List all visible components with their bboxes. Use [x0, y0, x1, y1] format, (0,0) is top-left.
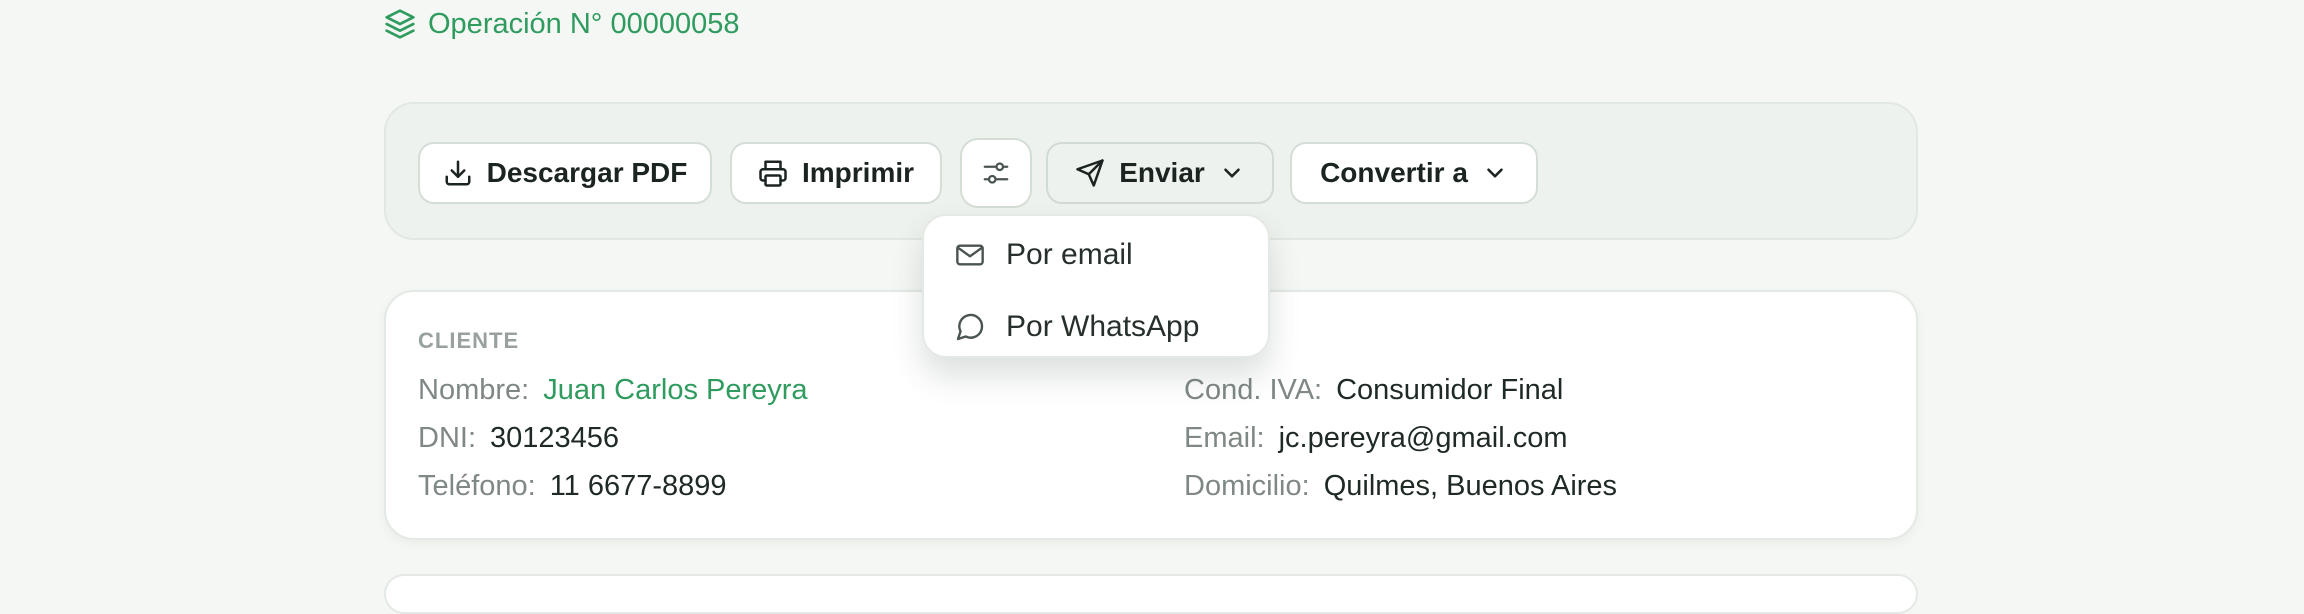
next-section-card	[384, 574, 1918, 614]
print-label: Imprimir	[801, 157, 915, 188]
print-button[interactable]: Imprimir	[730, 142, 942, 204]
client-name-link[interactable]: Juan Carlos Pereyra	[543, 374, 807, 406]
client-dni-value: 30123456	[490, 422, 620, 454]
client-phone-value: 11 6677-8899	[549, 470, 727, 502]
convert-dropdown-button[interactable]: Convertir a	[1290, 142, 1538, 204]
chevron-down-icon	[1219, 160, 1245, 186]
client-iva-value: Consumidor Final	[1336, 374, 1564, 406]
send-dropdown-button[interactable]: Enviar	[1046, 142, 1274, 204]
client-dni-label: DNI:	[418, 422, 476, 454]
layers-icon	[384, 8, 416, 40]
client-address-value: Quilmes, Buenos Aires	[1323, 470, 1618, 502]
options-button[interactable]	[960, 138, 1032, 208]
send-by-whatsapp-item[interactable]: Por WhatsApp	[954, 304, 1199, 350]
send-by-email-item[interactable]: Por email	[954, 232, 1133, 278]
client-address-label: Domicilio:	[1184, 470, 1310, 502]
convert-label: Convertir a	[1320, 157, 1468, 188]
client-phone-label: Teléfono:	[418, 470, 536, 502]
client-phone-field: Teléfono: 11 6677-8899	[418, 468, 727, 504]
client-email-value: jc.pereyra@gmail.com	[1278, 422, 1568, 454]
download-pdf-label: Descargar PDF	[486, 157, 688, 188]
send-menu: Por email Por WhatsApp	[922, 214, 1270, 358]
client-email-label: Email:	[1184, 422, 1265, 454]
operation-header: Operación N° 00000058	[384, 6, 739, 42]
client-iva-field: Cond. IVA: Consumidor Final	[1184, 372, 1563, 408]
send-by-whatsapp-label: Por WhatsApp	[1006, 310, 1200, 343]
client-iva-label: Cond. IVA:	[1184, 374, 1323, 406]
operation-title: Operación N° 00000058	[428, 8, 740, 40]
client-address-field: Domicilio: Quilmes, Buenos Aires	[1184, 468, 1617, 504]
download-pdf-button[interactable]: Descargar PDF	[418, 142, 712, 204]
client-name-field: Nombre: Juan Carlos Pereyra	[418, 372, 808, 408]
client-section-title: CLIENTE	[418, 328, 520, 353]
client-dni-field: DNI: 30123456	[418, 420, 619, 456]
chevron-down-icon	[1482, 160, 1508, 186]
send-by-email-label: Por email	[1006, 238, 1133, 271]
sliders-icon	[981, 158, 1011, 188]
chat-bubble-icon	[954, 311, 986, 343]
client-email-field: Email: jc.pereyra@gmail.com	[1184, 420, 1568, 456]
client-name-label: Nombre:	[418, 374, 530, 406]
mail-icon	[954, 239, 986, 271]
download-icon	[443, 158, 473, 188]
send-label: Enviar	[1119, 157, 1205, 188]
printer-icon	[758, 158, 788, 188]
send-icon	[1075, 158, 1105, 188]
